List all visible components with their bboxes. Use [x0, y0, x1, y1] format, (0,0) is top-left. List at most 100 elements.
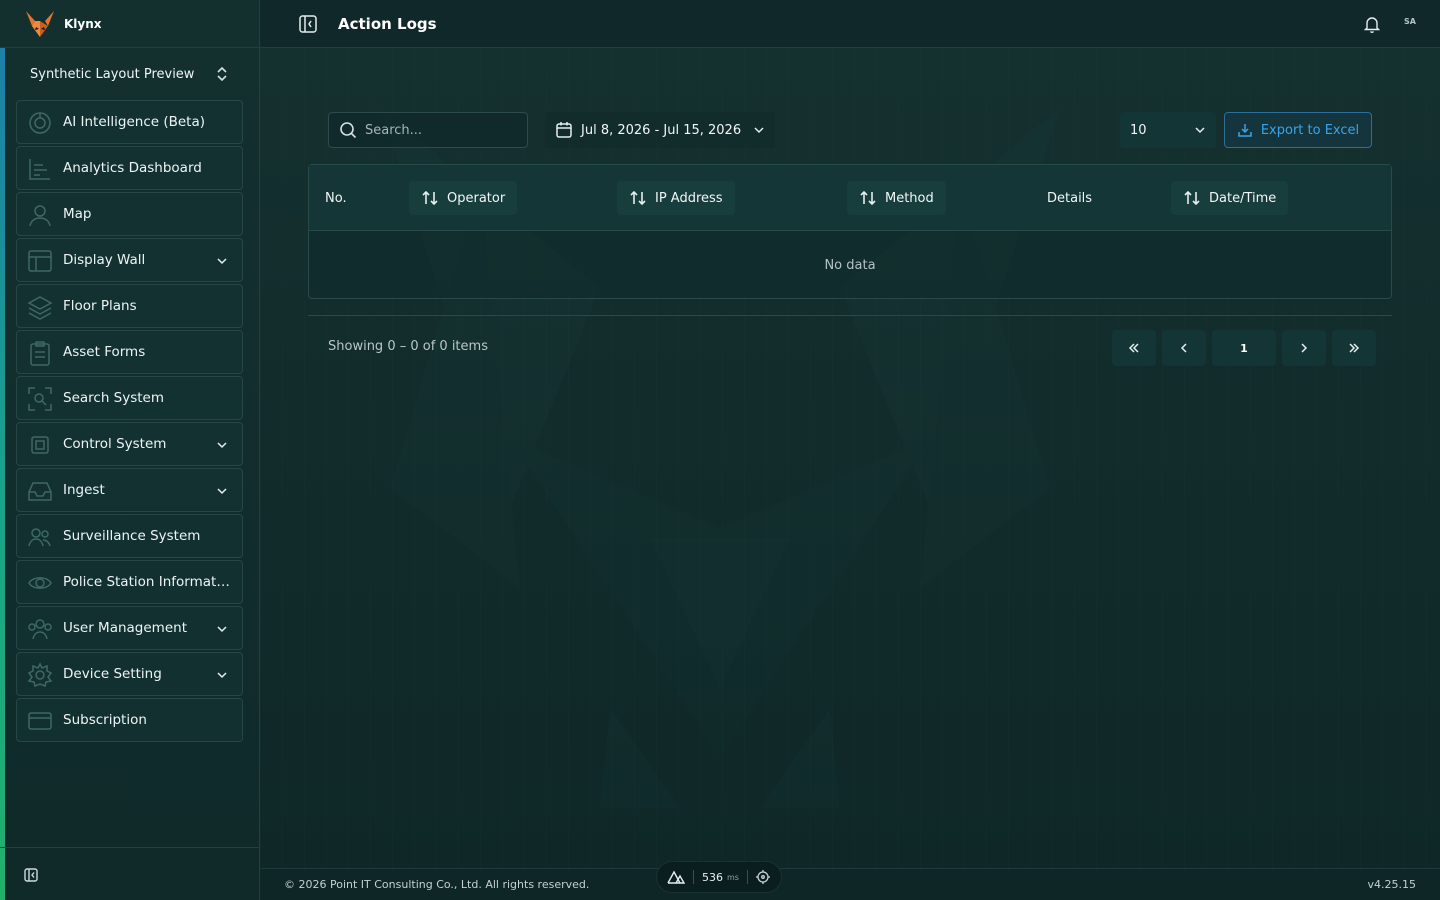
copyright-text: © 2026 Point IT Consulting Co., Ltd. All…	[284, 878, 590, 891]
column-header-operator[interactable]: Operator	[409, 181, 518, 215]
inbox-icon	[28, 482, 52, 501]
page-title: Action Logs	[338, 14, 437, 33]
sidebar-item-label: Floor Plans	[63, 298, 137, 314]
column-label: Date/Time	[1209, 190, 1277, 206]
page-number-button[interactable]: 1	[1212, 330, 1276, 366]
date-range-picker[interactable]: Jul 8, 2026 - Jul 15, 2026	[545, 112, 776, 148]
sidebar-item-floor-plans[interactable]: Floor Plans	[16, 284, 243, 328]
avatar[interactable]: SA	[1404, 17, 1416, 26]
bell-icon[interactable]	[1364, 15, 1380, 33]
export-excel-button[interactable]: Export to Excel	[1224, 112, 1372, 148]
sidebar-item-display-wall[interactable]: Display Wall	[16, 238, 243, 282]
page-size-value: 10	[1130, 122, 1147, 138]
sidebar-item-subscription[interactable]: Subscription	[16, 698, 243, 742]
sidebar-item-police-station-informati[interactable]: Police Station Informati...	[16, 560, 243, 604]
search-box[interactable]	[328, 112, 528, 148]
calendar-icon	[556, 122, 572, 138]
nuxt-icon	[667, 870, 685, 884]
column-label: Details	[1047, 190, 1093, 206]
scan-search-icon	[28, 387, 52, 411]
app-version: v4.25.15	[1367, 878, 1417, 891]
render-time: 536	[702, 870, 723, 884]
brand-name: Klynx	[64, 16, 102, 31]
empty-state: No data	[824, 257, 876, 273]
collapse-sidebar-icon[interactable]	[24, 868, 38, 882]
sidebar-item-label: Asset Forms	[63, 344, 146, 360]
sidebar-item-label: Search System	[63, 390, 165, 406]
devtools-perf-pill[interactable]: 536 ms	[656, 861, 782, 893]
sort-icon	[860, 190, 876, 206]
workspace-name: Synthetic Layout Preview	[30, 66, 195, 82]
last-page-button[interactable]	[1332, 330, 1376, 366]
chevron-left-icon	[1180, 343, 1187, 353]
sidebar-item-map[interactable]: Map	[16, 192, 243, 236]
date-range-value: Jul 8, 2026 - Jul 15, 2026	[581, 122, 742, 138]
divider	[308, 315, 1392, 316]
search-icon	[340, 122, 357, 139]
column-label: Operator	[447, 190, 506, 206]
first-page-button[interactable]	[1112, 330, 1156, 366]
chevrons-right-icon	[1349, 343, 1360, 353]
chip-icon	[31, 436, 49, 454]
column-header-method[interactable]: Method	[847, 181, 946, 215]
chevron-down-icon	[217, 258, 227, 265]
separator	[693, 870, 694, 884]
main-content: Jul 8, 2026 - Jul 15, 2026 10 Export to …	[260, 48, 1440, 868]
layers-icon	[27, 296, 53, 320]
chevron-down-icon	[217, 442, 227, 449]
sidebar-toggle-icon[interactable]	[298, 14, 318, 34]
sidebar-footer	[0, 847, 260, 900]
column-header-date-time[interactable]: Date/Time	[1171, 181, 1289, 215]
sidebar-item-label: Device Setting	[63, 666, 162, 682]
sidebar-item-label: Display Wall	[63, 252, 146, 268]
chevron-down-icon	[217, 672, 227, 679]
pagination-summary: Showing 0 – 0 of 0 items	[328, 339, 488, 354]
sidebar-item-ingest[interactable]: Ingest	[16, 468, 243, 512]
sidebar-item-label: Police Station Informati...	[63, 574, 231, 590]
column-label: Method	[885, 190, 934, 206]
sidebar-item-ai-intelligence-beta[interactable]: AI Intelligence (Beta)	[16, 100, 243, 144]
top-header: Action Logs SA	[260, 0, 1440, 48]
sort-icon	[1184, 190, 1200, 206]
ai-icon	[29, 112, 51, 134]
brand[interactable]: Klynx	[0, 0, 260, 48]
table-header: No. Operator IP Address Method Details D…	[309, 165, 1391, 231]
gear-icon	[27, 662, 53, 688]
export-label: Export to Excel	[1260, 122, 1360, 138]
clipboard-icon	[30, 341, 50, 366]
sidebar-item-surveillance-system[interactable]: Surveillance System	[16, 514, 243, 558]
chevron-down-icon	[754, 127, 764, 134]
user-group-icon	[28, 619, 52, 640]
sidebar-item-user-management[interactable]: User Management	[16, 606, 243, 650]
sort-icon	[422, 190, 438, 206]
sidebar-item-label: Map	[63, 206, 92, 222]
chevrons-left-icon	[1128, 343, 1139, 353]
pagination: 1	[1112, 330, 1382, 366]
search-input[interactable]	[365, 122, 515, 138]
fox-logo-icon	[26, 10, 54, 37]
chevron-up-down-icon	[217, 66, 227, 82]
sidebar-item-device-setting[interactable]: Device Setting	[16, 652, 243, 696]
chevron-down-icon	[217, 626, 227, 633]
sidebar-item-label: User Management	[63, 620, 187, 636]
sidebar-item-analytics-dashboard[interactable]: Analytics Dashboard	[16, 146, 243, 190]
sidebar-item-control-system[interactable]: Control System	[16, 422, 243, 466]
sidebar-item-asset-forms[interactable]: Asset Forms	[16, 330, 243, 374]
sidebar-item-label: Subscription	[63, 712, 147, 728]
sidebar-item-search-system[interactable]: Search System	[16, 376, 243, 420]
sidebar-item-label: Surveillance System	[63, 528, 201, 544]
sidebar-item-label: Ingest	[63, 482, 105, 498]
next-page-button[interactable]	[1282, 330, 1326, 366]
crosshair-icon[interactable]	[755, 870, 770, 884]
column-label: IP Address	[655, 190, 723, 206]
workspace-switcher[interactable]: Synthetic Layout Preview	[16, 56, 243, 92]
column-header-details: Details	[1047, 181, 1092, 215]
page-size-select[interactable]: 10	[1120, 112, 1216, 148]
prev-page-button[interactable]	[1162, 330, 1206, 366]
download-icon	[1238, 124, 1252, 137]
card-icon	[28, 712, 52, 730]
sidebar-item-label: Analytics Dashboard	[63, 160, 202, 176]
render-time-unit: ms	[727, 872, 739, 882]
column-header-ip-address[interactable]: IP Address	[617, 181, 735, 215]
column-label: No.	[325, 190, 347, 206]
